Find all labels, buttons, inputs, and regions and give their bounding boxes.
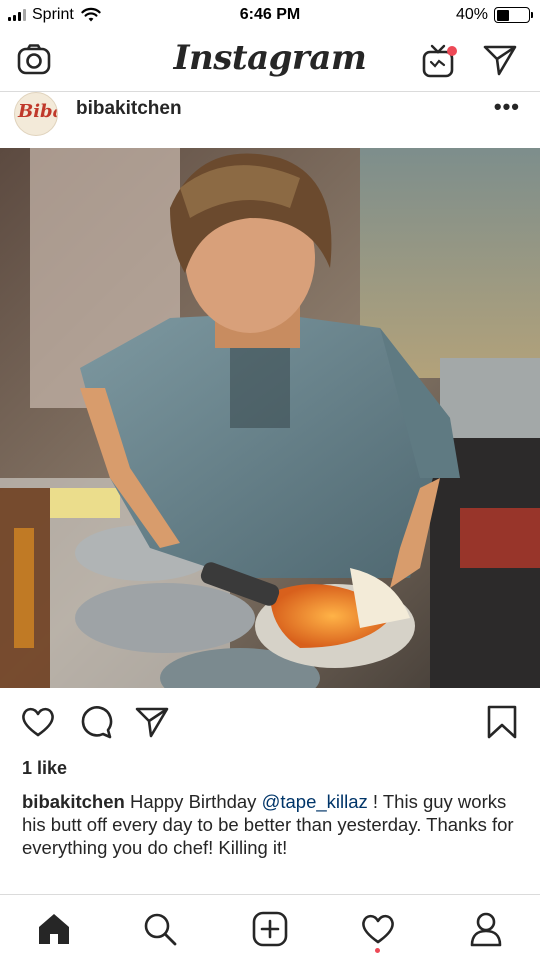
direct-message-icon[interactable] — [482, 42, 518, 78]
home-icon — [39, 914, 69, 944]
post-photo[interactable] — [0, 148, 540, 688]
caption-username[interactable]: bibakitchen — [22, 791, 125, 812]
bottom-nav — [0, 894, 540, 960]
battery-percent: 40% — [455, 6, 488, 23]
avatar[interactable]: Biba — [14, 92, 58, 136]
more-options-icon[interactable]: ••• — [494, 94, 520, 120]
heart-icon[interactable] — [20, 704, 56, 740]
nav-activity[interactable] — [358, 909, 398, 949]
like-count[interactable]: 1 like — [22, 758, 67, 779]
status-bar: Sprint 6:46 PM 40% — [0, 0, 540, 30]
comment-icon[interactable] — [78, 704, 114, 740]
nav-new-post[interactable] — [250, 909, 290, 949]
post-username[interactable]: bibakitchen — [76, 98, 182, 120]
caption-text-before: Happy Birthday — [129, 791, 262, 812]
profile-icon — [470, 912, 502, 947]
post-caption: bibakitchen Happy Birthday @tape_killaz … — [22, 790, 522, 859]
battery-icon — [494, 7, 533, 23]
share-icon[interactable] — [134, 704, 170, 740]
nav-profile[interactable] — [466, 909, 506, 949]
avatar-logo-text: Biba — [18, 101, 57, 122]
battery-group: 40% — [455, 6, 533, 24]
igtv-icon[interactable] — [420, 42, 460, 80]
activity-notification-dot — [375, 948, 380, 953]
app-header: Instagram — [0, 30, 540, 92]
new-post-icon — [252, 911, 288, 947]
nav-search[interactable] — [140, 909, 180, 949]
post-header: Biba bibakitchen ••• — [0, 92, 540, 148]
caption-mention[interactable]: @tape_killaz — [262, 791, 368, 812]
search-icon — [144, 913, 177, 946]
post-image — [0, 148, 540, 688]
activity-icon — [362, 914, 394, 944]
nav-home[interactable] — [34, 909, 74, 949]
post-actions — [0, 700, 540, 744]
bookmark-icon[interactable] — [486, 704, 518, 740]
